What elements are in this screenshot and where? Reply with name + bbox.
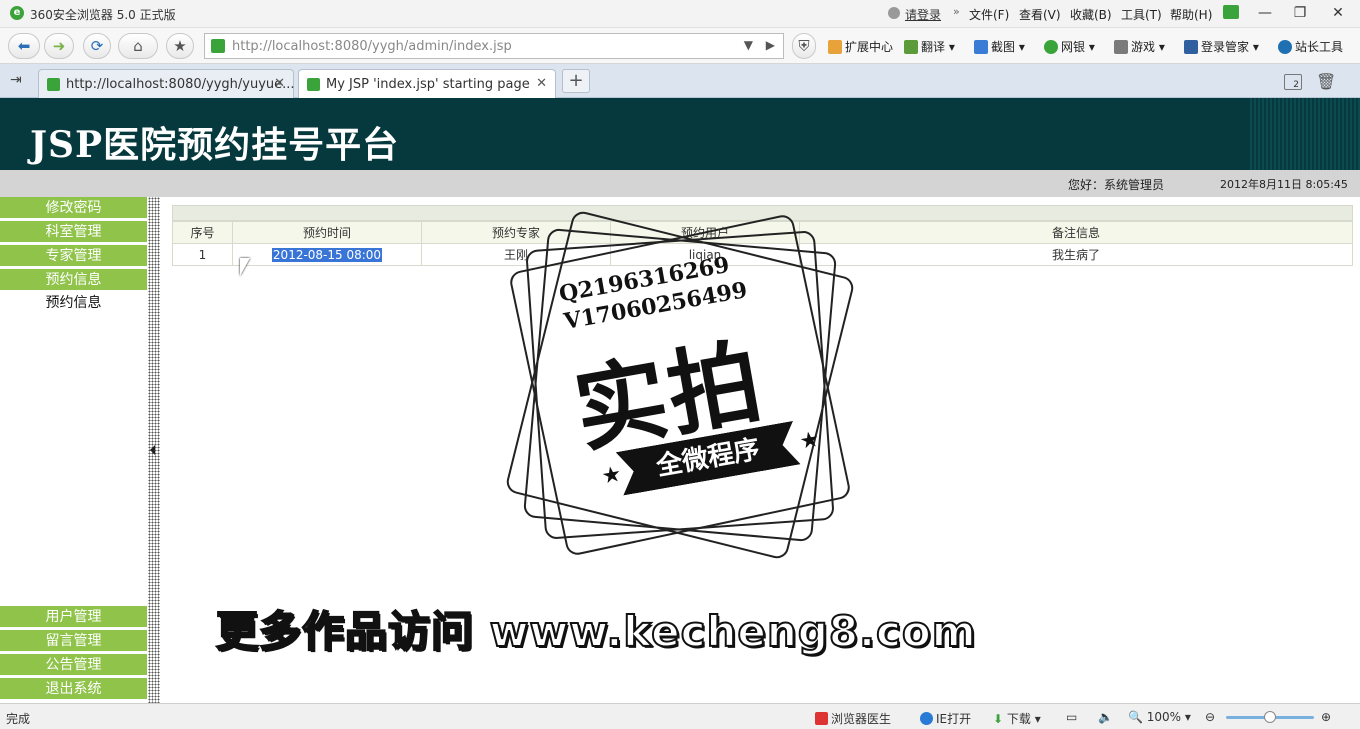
col-index: 序号 — [172, 221, 233, 244]
menu-users[interactable]: 用户管理 — [0, 606, 147, 628]
menu-tools[interactable]: 工具(T) — [1121, 6, 1162, 23]
page-icon — [47, 78, 60, 91]
address-dropdown-icon[interactable]: ▼ — [744, 38, 753, 52]
download-button[interactable]: ⬇ 下载 ▾ — [993, 710, 1041, 727]
game-icon — [1114, 40, 1128, 54]
download-arrow-icon: ⬇ — [993, 712, 1004, 726]
volume-icon[interactable]: 🔈 — [1098, 710, 1113, 724]
tab-close-icon[interactable]: ✕ — [536, 76, 547, 91]
menu-file[interactable]: 文件(F) — [969, 6, 1009, 23]
page-icon — [307, 78, 320, 91]
col-time: 预约时间 — [232, 221, 422, 244]
toolbar-extensions[interactable]: 扩展中心 — [828, 38, 893, 55]
promo-watermark: 更多作品访问 www.kecheng8.com — [215, 606, 977, 657]
site-title: JSP医院预约挂号平台 — [30, 124, 400, 166]
current-datetime: 2012年8月11日 8:05:45 — [1220, 178, 1348, 191]
cell-index: 1 — [172, 243, 233, 266]
menu-department[interactable]: 科室管理 — [0, 221, 147, 243]
webmaster-icon — [1278, 40, 1292, 54]
site-header: JSP医院预约挂号平台 — [0, 98, 1360, 170]
tab-label: http://localhost:8080/yygh/yuyue... — [66, 77, 295, 92]
collapse-arrow-icon[interactable] — [150, 445, 155, 455]
trash-icon[interactable]: 🗑 — [1316, 72, 1336, 91]
double-chevron-icon: » — [953, 5, 960, 18]
status-bar: 完成 浏览器医生 IE打开 ⬇ 下载 ▾ ▭ 🔈 🔍 100% ▾ ⊖ ⊕ — [0, 703, 1360, 729]
login-link[interactable]: 请登录 — [905, 6, 941, 23]
header-decoration — [1250, 98, 1360, 170]
shield-icon[interactable]: ⛨ — [792, 33, 816, 59]
toolbar-games[interactable]: 游戏 ▾ — [1114, 38, 1165, 55]
menu-help[interactable]: 帮助(H) — [1170, 6, 1212, 23]
menu-messages[interactable]: 留言管理 — [0, 630, 147, 652]
banking-icon — [1044, 40, 1058, 54]
window-title: 360安全浏览器 5.0 正式版 — [30, 8, 176, 22]
toolbar-login-manager[interactable]: 登录管家 ▾ — [1184, 38, 1259, 55]
user-icon — [888, 7, 900, 19]
open-in-ie[interactable]: IE打开 — [920, 710, 971, 727]
ie-icon — [920, 712, 933, 725]
back-button[interactable]: ⬅ — [8, 33, 40, 59]
menu-appointment[interactable]: 预约信息 — [0, 269, 147, 291]
tab-count-icon[interactable]: 2 — [1284, 74, 1302, 90]
doctor-icon — [815, 712, 828, 725]
info-bar: 您好：系统管理员 2012年8月11日 8:05:45 — [0, 170, 1360, 197]
status-text: 完成 — [6, 712, 31, 726]
screen-icon[interactable]: ▭ — [1066, 710, 1077, 724]
zoom-in-button[interactable]: ⊕ — [1321, 710, 1331, 724]
go-arrow-icon[interactable]: ▶ — [766, 38, 775, 52]
refresh-button[interactable]: ⟳ — [83, 33, 111, 59]
tab-index[interactable]: My JSP 'index.jsp' starting page ✕ — [298, 69, 556, 98]
toolbar-translate[interactable]: 翻译 ▾ — [904, 38, 955, 55]
toolbar-banking[interactable]: 网银 ▾ — [1044, 38, 1095, 55]
selected-text[interactable]: 2012-08-15 08:00 — [271, 247, 383, 262]
tab-yuyue[interactable]: http://localhost:8080/yygh/yuyue... ✕ — [38, 69, 295, 98]
navigation-bar: ⬅ ➜ ⟳ ⌂ ★ http://localhost:8080/yygh/adm… — [0, 28, 1360, 64]
zoom-slider-handle[interactable] — [1264, 711, 1276, 723]
frame-divider[interactable] — [148, 197, 160, 703]
menu-change-password[interactable]: 修改密码 — [0, 197, 147, 219]
menu-notices[interactable]: 公告管理 — [0, 654, 147, 676]
browser-doctor[interactable]: 浏览器医生 — [815, 710, 891, 727]
left-menu: 修改密码 科室管理 专家管理 预约信息 预约信息 用户管理 留言管理 公告管理 … — [0, 197, 148, 703]
favorite-star-button[interactable]: ★ — [166, 33, 194, 59]
tab-close-icon[interactable]: ✕ — [274, 76, 285, 91]
sidebar-toggle-icon[interactable]: ⇥ — [10, 72, 22, 88]
toolbar-webmaster[interactable]: 站长工具 — [1278, 38, 1343, 55]
col-note: 备注信息 — [799, 221, 1353, 244]
tab-label: My JSP 'index.jsp' starting page — [326, 77, 530, 92]
minimize-button[interactable]: — — [1250, 2, 1280, 24]
restore-button[interactable]: ❐ — [1285, 2, 1315, 24]
site-icon — [211, 39, 225, 53]
skin-icon[interactable] — [1223, 5, 1239, 19]
toolbar-screenshot[interactable]: 截图 ▾ — [974, 38, 1025, 55]
greeting: 您好：系统管理员 — [1068, 178, 1165, 192]
translate-icon — [904, 40, 918, 54]
star-icon: ★ — [599, 461, 624, 490]
address-bar[interactable]: http://localhost:8080/yygh/admin/index.j… — [204, 33, 784, 59]
menu-logout[interactable]: 退出系统 — [0, 678, 147, 700]
key-icon — [1184, 40, 1198, 54]
screenshot-icon — [974, 40, 988, 54]
new-tab-button[interactable]: + — [562, 69, 590, 93]
cell-note: 我生病了 — [799, 243, 1353, 266]
menu-favorites[interactable]: 收藏(B) — [1070, 6, 1112, 23]
extension-icon — [828, 40, 842, 54]
star-icon: ★ — [797, 426, 822, 455]
browser-logo-icon: e — [10, 6, 24, 20]
menu-appointment-sub[interactable]: 预约信息 — [0, 292, 147, 314]
forward-button[interactable]: ➜ — [44, 33, 74, 59]
home-button[interactable]: ⌂ — [118, 33, 158, 59]
window-titlebar: e 360安全浏览器 5.0 正式版 请登录 » 文件(F) 查看(V) 收藏(… — [0, 0, 1360, 28]
menu-expert[interactable]: 专家管理 — [0, 245, 147, 267]
zoom-icon: 🔍 — [1128, 710, 1143, 724]
zoom-level[interactable]: 🔍 100% ▾ — [1128, 710, 1191, 724]
close-button[interactable]: ✕ — [1323, 2, 1353, 24]
zoom-out-button[interactable]: ⊖ — [1205, 710, 1215, 724]
watermark-stamp: Q2196316269 V17060256499 实拍 全微程序 ★ ★ — [504, 209, 856, 561]
cell-time: 2012-08-15 08:00 — [232, 243, 422, 266]
address-url[interactable]: http://localhost:8080/yygh/admin/index.j… — [232, 39, 512, 54]
mouse-cursor-icon — [240, 258, 250, 276]
stamp-content: Q2196316269 V17060256499 实拍 全微程序 ★ ★ — [477, 182, 882, 587]
menu-view[interactable]: 查看(V) — [1019, 6, 1061, 23]
